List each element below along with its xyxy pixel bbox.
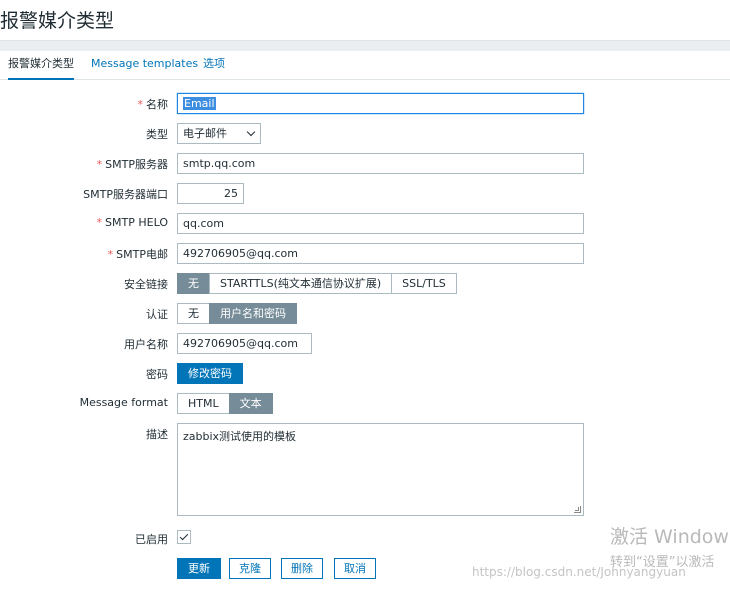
cancel-button[interactable]: 取消	[334, 558, 376, 579]
auth-radio-group: 无 用户名和密码	[177, 303, 297, 324]
enabled-label: 已启用	[135, 533, 168, 546]
delete-button[interactable]: 删除	[281, 558, 323, 579]
name-input[interactable]: Email	[177, 93, 584, 114]
smtp-helo-label: * SMTP HELO	[96, 216, 168, 229]
type-label: 类型	[146, 128, 168, 141]
type-select[interactable]: 电子邮件	[177, 123, 261, 144]
type-select-value: 电子邮件	[183, 127, 227, 140]
format-option-html[interactable]: HTML	[177, 393, 230, 414]
name-label: * 名称	[137, 98, 169, 111]
security-option-starttls[interactable]: STARTTLS(纯文本通信协议扩展)	[209, 273, 393, 294]
tab-message-templates[interactable]: Message templates	[91, 52, 198, 80]
smtp-server-input[interactable]: smtp.qq.com	[177, 153, 584, 174]
format-option-text[interactable]: 文本	[228, 393, 273, 414]
required-marker: *	[96, 216, 103, 229]
smtp-server-label: * SMTP服务器	[96, 158, 168, 171]
page-title: 报警媒介类型	[0, 10, 115, 32]
enabled-checkbox[interactable]	[177, 530, 191, 544]
auth-option-username-password[interactable]: 用户名和密码	[209, 303, 297, 324]
chevron-down-icon	[246, 127, 256, 137]
security-radio-group: 无 STARTTLS(纯文本通信协议扩展) SSL/TLS	[177, 273, 457, 294]
security-option-none[interactable]: 无	[177, 273, 210, 294]
windows-activation-title: 激活 Windows	[610, 526, 730, 548]
username-input[interactable]: 492706905@qq.com	[177, 333, 312, 354]
clone-button[interactable]: 克隆	[229, 558, 271, 579]
smtp-port-input[interactable]: 25	[177, 183, 244, 204]
description-label: 描述	[146, 428, 168, 441]
security-label: 安全链接	[124, 278, 168, 291]
required-marker: *	[137, 98, 144, 111]
required-marker: *	[96, 158, 103, 171]
resize-handle-icon[interactable]	[574, 506, 581, 513]
security-option-ssl-tls[interactable]: SSL/TLS	[391, 273, 457, 294]
update-button[interactable]: 更新	[177, 558, 221, 579]
description-text: zabbix测试使用的模板	[183, 430, 297, 443]
smtp-email-input[interactable]: 492706905@qq.com	[177, 243, 584, 264]
auth-option-none[interactable]: 无	[177, 303, 210, 324]
username-label: 用户名称	[124, 338, 168, 351]
auth-label: 认证	[146, 308, 168, 321]
csdn-watermark: https://blog.csdn.net/Johnyangyuan	[472, 565, 686, 579]
checkmark-icon	[179, 531, 189, 541]
required-marker: *	[107, 248, 114, 261]
tab-media-type[interactable]: 报警媒介类型	[8, 52, 74, 80]
tab-bar: 报警媒介类型 Message templates 选项	[0, 52, 730, 80]
change-password-button[interactable]: 修改密码	[177, 363, 243, 384]
smtp-email-label: * SMTP电邮	[107, 248, 168, 261]
header-divider	[0, 40, 730, 51]
message-format-radio-group: HTML 文本	[177, 393, 273, 414]
smtp-port-label: SMTP服务器端口	[83, 188, 168, 201]
description-textarea[interactable]: zabbix测试使用的模板	[177, 423, 584, 516]
message-format-label: Message format	[79, 396, 168, 409]
name-input-value: Email	[183, 97, 216, 110]
smtp-helo-input[interactable]: qq.com	[177, 213, 584, 234]
tab-options[interactable]: 选项	[203, 52, 225, 80]
password-label: 密码	[146, 368, 168, 381]
